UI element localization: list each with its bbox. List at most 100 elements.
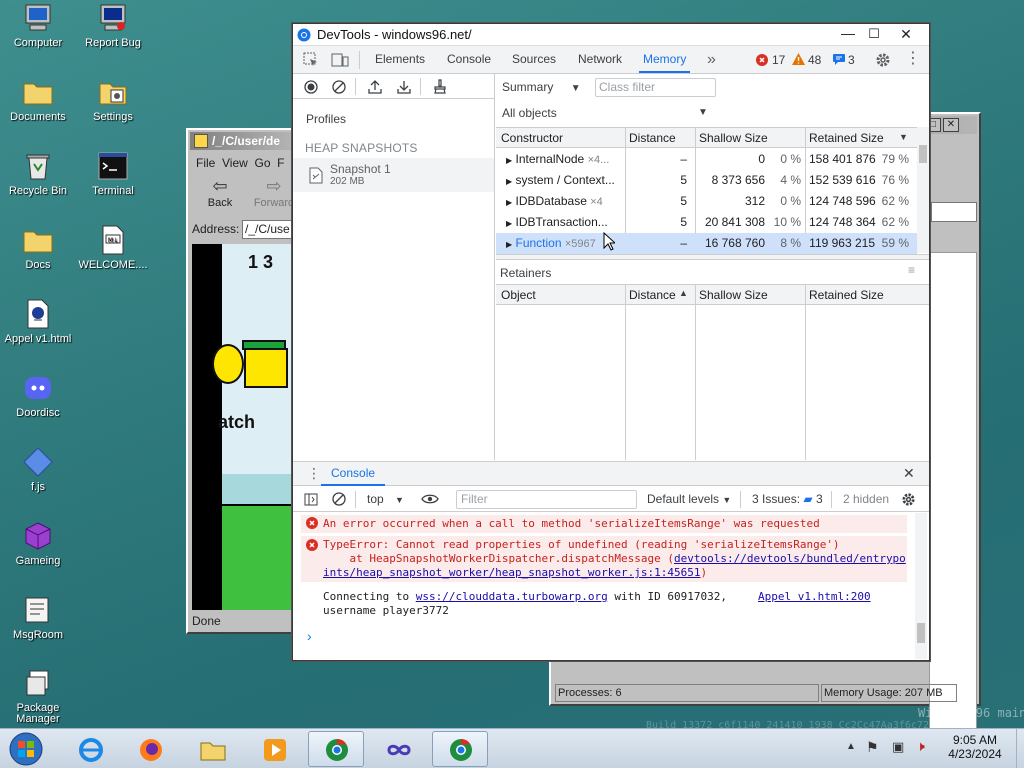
table-row-selected[interactable]: ▶ Function ×5967 – 16 768 760 8 % 119 96… bbox=[496, 233, 917, 254]
desktop-icon-computer[interactable]: Computer bbox=[0, 2, 76, 49]
scrollbar-thumb[interactable] bbox=[919, 145, 927, 163]
tab-elements[interactable]: Elements bbox=[375, 46, 425, 73]
taskbar-chrome-button-2[interactable] bbox=[432, 731, 488, 767]
close-drawer-icon[interactable]: ✕ bbox=[903, 465, 915, 482]
column-constructor[interactable]: Constructor bbox=[497, 128, 625, 149]
desktop-icon-msgroom[interactable]: MsgRoom bbox=[0, 594, 76, 641]
summary-select[interactable]: Summary ▼ bbox=[502, 80, 581, 94]
taskbar-infinity-button[interactable] bbox=[370, 731, 426, 767]
expand-arrow-icon[interactable]: ▶ bbox=[506, 219, 512, 228]
desktop-icon-welcome[interactable]: M↓ WELCOME.... bbox=[75, 224, 151, 271]
taskbar-firefox-button[interactable] bbox=[122, 731, 178, 767]
menu-file[interactable]: File bbox=[196, 156, 215, 170]
warning-count[interactable]: 48 bbox=[808, 53, 821, 67]
desktop-icon-doordisc[interactable]: Doordisc bbox=[0, 372, 76, 419]
desktop-icon-appel[interactable]: Appel v1.html bbox=[0, 298, 76, 345]
expand-arrow-icon[interactable]: ▶ bbox=[506, 177, 512, 186]
console-log-message[interactable]: Connecting to wss://clouddata.turbowarp.… bbox=[301, 588, 907, 618]
desktop-icon-gameing[interactable]: Gameing bbox=[0, 520, 76, 567]
more-options-icon[interactable]: ⋮ bbox=[905, 50, 921, 68]
maximize-button[interactable]: ☐ bbox=[863, 24, 885, 44]
show-desktop-button[interactable] bbox=[1016, 729, 1024, 768]
garbage-collect-icon[interactable] bbox=[433, 79, 447, 94]
settings-gear-icon[interactable] bbox=[875, 52, 891, 68]
desktop-icon-terminal[interactable]: Terminal bbox=[75, 150, 151, 197]
volume-muted-icon[interactable]: 🕨 bbox=[916, 738, 925, 755]
constructor-scrollbar[interactable] bbox=[917, 127, 929, 253]
expand-arrow-icon[interactable]: ▶ bbox=[506, 156, 512, 165]
drawer-menu-icon[interactable]: ⋮ bbox=[307, 465, 321, 482]
menu-f[interactable]: F bbox=[277, 156, 284, 170]
log-source-link[interactable]: Appel v1.html:200 bbox=[758, 590, 871, 604]
error-count[interactable]: 17 bbox=[772, 53, 785, 67]
table-row[interactable]: ▶ system / Context... 5 8 373 656 4 % 15… bbox=[496, 170, 917, 191]
clear-icon[interactable] bbox=[332, 80, 346, 94]
issues-counter[interactable]: 3 Issues: ▰ 3 bbox=[752, 492, 823, 506]
taskbar-media-button[interactable] bbox=[246, 731, 302, 767]
close-button[interactable]: ✕ bbox=[893, 24, 919, 44]
console-filter-input[interactable]: Filter bbox=[456, 490, 637, 509]
drag-handle-icon[interactable]: ≡ bbox=[908, 263, 915, 277]
scrollbar-thumb[interactable] bbox=[917, 623, 925, 643]
start-button[interactable] bbox=[6, 731, 46, 767]
address-input[interactable]: /_/C/use bbox=[242, 220, 296, 239]
desktop-icon-documents[interactable]: Documents bbox=[0, 76, 76, 123]
desktop-icon-report-bug[interactable]: Report Bug bbox=[75, 2, 151, 49]
websocket-link[interactable]: wss://clouddata.turbowarp.org bbox=[416, 590, 608, 603]
desktop-icon-fjs[interactable]: f.js bbox=[0, 446, 76, 493]
back-button[interactable]: ⇦ Back bbox=[194, 176, 246, 216]
more-tabs-chevron-icon[interactable]: » bbox=[707, 46, 716, 73]
minimize-button[interactable]: — bbox=[837, 24, 859, 44]
column-shallow-size[interactable]: Shallow Size bbox=[695, 128, 805, 149]
all-objects-select[interactable]: All objects ▼ bbox=[502, 106, 708, 120]
table-row[interactable]: ▶ IDBTransaction... 5 20 841 308 10 % 12… bbox=[496, 212, 917, 233]
upload-icon[interactable] bbox=[368, 79, 382, 94]
console-error-message[interactable]: An error occurred when a call to method … bbox=[301, 515, 907, 533]
menu-go[interactable]: Go bbox=[254, 156, 270, 170]
desktop-icon-recycle-bin[interactable]: Recycle Bin bbox=[0, 150, 76, 197]
column-shallow-size[interactable]: Shallow Size bbox=[695, 285, 805, 306]
expand-arrow-icon[interactable]: ▶ bbox=[506, 198, 512, 207]
tab-sources[interactable]: Sources bbox=[512, 46, 556, 73]
inspect-element-icon[interactable] bbox=[303, 52, 319, 68]
split-divider[interactable] bbox=[496, 254, 929, 260]
context-select[interactable]: top ▼ bbox=[367, 492, 404, 506]
info-count[interactable]: 3 bbox=[848, 53, 855, 67]
snapshot-item[interactable]: Snapshot 1 202 MB bbox=[293, 158, 494, 192]
tab-network[interactable]: Network bbox=[578, 46, 622, 73]
console-prompt[interactable]: › bbox=[307, 628, 312, 644]
record-icon[interactable] bbox=[304, 80, 318, 94]
column-retained-size[interactable]: Retained Size bbox=[805, 128, 905, 149]
menu-view[interactable]: View bbox=[222, 156, 248, 170]
table-row[interactable]: ▶ InternalNode ×4... – 0 0 % 158 401 876… bbox=[496, 149, 917, 170]
tray-expand-icon[interactable]: ▲ bbox=[846, 741, 856, 752]
class-filter-input[interactable]: Class filter bbox=[595, 78, 716, 97]
drawer-tab-console[interactable]: Console bbox=[321, 462, 386, 486]
desktop-icon-settings[interactable]: Settings bbox=[75, 76, 151, 123]
desktop-icon-docs[interactable]: Docs bbox=[0, 224, 76, 271]
action-center-flag-icon[interactable]: ⚑ bbox=[866, 739, 879, 756]
tab-console[interactable]: Console bbox=[447, 46, 491, 73]
taskbar-ie-button[interactable] bbox=[62, 731, 118, 767]
table-row[interactable]: ▶ IDBDatabase ×4 5 312 0 % 124 748 596 6… bbox=[496, 191, 917, 212]
game-viewport[interactable]: 1 3 atch bbox=[192, 244, 296, 610]
close-button[interactable]: ✕ bbox=[943, 118, 959, 132]
tab-memory[interactable]: Memory bbox=[639, 46, 691, 73]
column-object[interactable]: Object bbox=[497, 285, 625, 306]
clock[interactable]: 9:05 AM 4/23/2024 bbox=[940, 733, 1010, 761]
download-icon[interactable] bbox=[397, 79, 411, 94]
clear-console-icon[interactable] bbox=[332, 492, 346, 506]
eye-icon[interactable] bbox=[421, 493, 439, 505]
desktop-icon-package-manager[interactable]: Package Manager bbox=[0, 668, 76, 725]
sidebar-toggle-icon[interactable] bbox=[304, 493, 318, 506]
task-manager-input[interactable] bbox=[931, 202, 977, 222]
console-settings-icon[interactable] bbox=[901, 492, 916, 507]
column-distance[interactable]: Distance bbox=[625, 128, 695, 149]
console-error-message[interactable]: TypeError: Cannot read properties of und… bbox=[301, 536, 907, 582]
default-levels-select[interactable]: Default levels ▼ bbox=[647, 492, 731, 506]
network-icon[interactable]: ▣ bbox=[892, 739, 904, 755]
expand-arrow-icon[interactable]: ▶ bbox=[506, 240, 512, 249]
taskbar-chrome-button[interactable] bbox=[308, 731, 364, 767]
device-toolbar-icon[interactable] bbox=[331, 52, 349, 68]
column-retained-size[interactable]: Retained Size bbox=[805, 285, 915, 306]
